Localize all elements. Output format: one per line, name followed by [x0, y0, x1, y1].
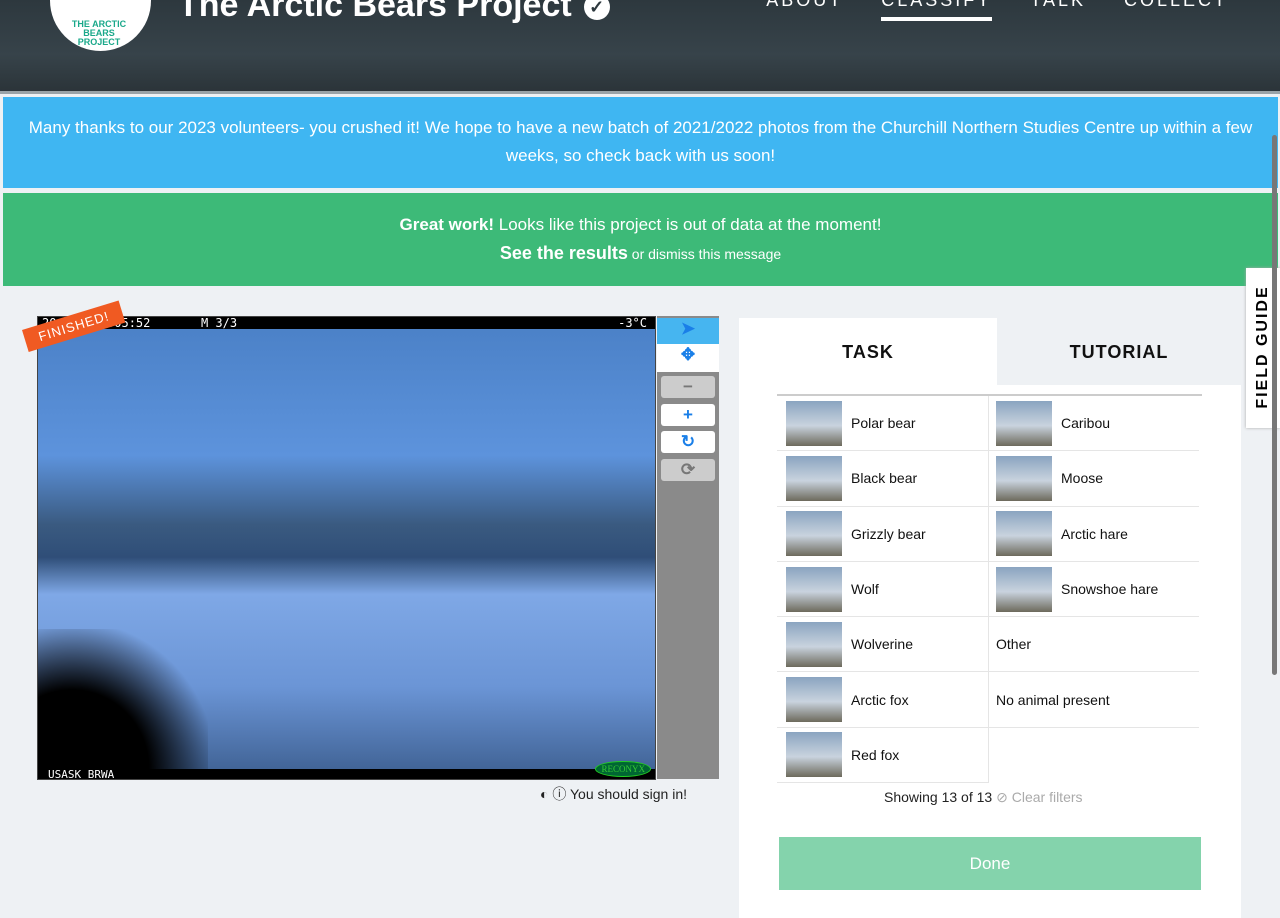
image-toolbar: ➤ ✥ − + ↻ ⟳: [657, 316, 719, 779]
signin-prompt[interactable]: You should sign in!: [570, 786, 687, 802]
choice-other[interactable]: Other: [987, 617, 1199, 673]
choice-no-animal-present[interactable]: No animal present: [987, 672, 1199, 728]
choice-wolf[interactable]: Wolf: [777, 562, 988, 618]
notice-text: Looks like this project is out of data a…: [494, 215, 882, 234]
choice-thumbnail: [996, 455, 1052, 501]
camera-overlay-top: 20 17 09:05:52 M 3/3 -3°C: [38, 317, 655, 329]
choice-black-bear[interactable]: Black bear: [777, 451, 988, 507]
camera-overlay-bottom: USASK BRWA: [38, 768, 655, 781]
field-guide-label: FIELD GUIDE: [1254, 285, 1271, 409]
task-panel: TASK TUTORIAL Polar bear Black bear Grizzl…: [739, 318, 1241, 918]
reset-icon[interactable]: ⟳: [661, 459, 715, 481]
choice-grizzly-bear[interactable]: Grizzly bear: [777, 507, 988, 562]
invert-contrast-icon[interactable]: ◐: [540, 786, 548, 802]
pan-move-icon[interactable]: ✥: [657, 344, 719, 372]
rotate-icon[interactable]: ↻: [661, 431, 715, 453]
choice-snowshoe-hare[interactable]: Snowshoe hare: [987, 562, 1199, 618]
tab-task[interactable]: TASK: [739, 318, 997, 385]
out-of-data-notice: Great work! Looks like this project is o…: [3, 193, 1278, 286]
choice-label: Black bear: [851, 470, 918, 487]
signin-row: ◐ ⓘ You should sign in!: [540, 784, 687, 804]
choice-label: No animal present: [996, 691, 1110, 708]
choice-thumbnail: [786, 677, 842, 723]
subject-image[interactable]: 20 17 09:05:52 M 3/3 -3°C USASK BRWA RECO…: [37, 316, 656, 781]
project-title-text: The Arctic Bears Project: [178, 0, 572, 24]
scrollbar[interactable]: [1272, 135, 1277, 675]
choice-arctic-hare[interactable]: Arctic hare: [987, 507, 1199, 562]
choice-label: Wolverine: [851, 636, 913, 653]
see-results-link[interactable]: See the results: [500, 243, 628, 263]
choice-thumbnail: [786, 566, 842, 612]
choice-label: Wolf: [851, 581, 879, 598]
project-logo[interactable]: THE ARCTIC BEARS PROJECT: [50, 0, 151, 51]
info-icon[interactable]: ⓘ: [552, 786, 566, 802]
choice-red-fox[interactable]: Red fox: [777, 728, 988, 784]
logo-text: THE ARCTIC BEARS PROJECT: [71, 19, 127, 47]
choice-label: Arctic fox: [851, 691, 909, 708]
or-text: or: [627, 246, 649, 262]
announcement-text: Many thanks to our 2023 volunteers- you …: [28, 118, 1253, 165]
choice-label: Red fox: [851, 746, 900, 763]
choice-thumbnail: [996, 566, 1052, 612]
clear-filters-label: Clear filters: [1011, 789, 1083, 805]
choice-arctic-fox[interactable]: Arctic fox: [777, 672, 988, 728]
choice-thumbnail: [786, 400, 842, 446]
zoom-out-icon[interactable]: −: [661, 376, 715, 398]
project-title[interactable]: The Arctic Bears Project ✓: [178, 0, 610, 25]
choice-label: Polar bear: [851, 415, 916, 432]
choice-label: Snowshoe hare: [1061, 581, 1159, 598]
choice-label: Caribou: [1061, 415, 1111, 432]
nav-talk[interactable]: TALK: [1030, 0, 1086, 21]
choice-label: Other: [996, 636, 1032, 653]
choice-label: Grizzly bear: [851, 525, 926, 542]
choice-thumbnail: [786, 732, 842, 778]
verified-check-icon: ✓: [583, 0, 610, 21]
choice-thumbnail: [996, 400, 1052, 446]
nav-collect[interactable]: COLLECT: [1124, 0, 1228, 21]
nav-classify[interactable]: CLASSIFY: [881, 0, 993, 21]
choice-caribou[interactable]: Caribou: [987, 396, 1199, 452]
notice-bold: Great work!: [399, 215, 495, 234]
showing-text: Showing 13 of 13: [884, 789, 993, 805]
choice-thumbnail: [786, 455, 842, 501]
showing-count: Showing 13 of 13 ⊘ Clear filters: [884, 789, 1083, 806]
choice-label: Moose: [1061, 470, 1104, 487]
species-choices: Polar bear Black bear Grizzly bear Wolf Wolv…: [777, 394, 1202, 784]
select-pointer-icon[interactable]: ➤: [657, 318, 719, 344]
temperature: -3°C: [618, 316, 647, 330]
done-button[interactable]: Done: [779, 837, 1201, 890]
lens-shadow: [38, 629, 208, 769]
dismiss-link[interactable]: dismiss this message: [648, 246, 781, 262]
choice-thumbnail: [996, 511, 1052, 557]
choice-thumbnail: [786, 511, 842, 557]
choice-wolverine[interactable]: Wolverine: [777, 617, 988, 673]
clear-filters-button[interactable]: ⊘ Clear filters: [996, 789, 1082, 805]
choice-thumbnail: [786, 621, 842, 667]
choice-moose[interactable]: Moose: [987, 451, 1199, 507]
camera-id: USASK BRWA: [48, 768, 115, 781]
brand-text: RECONYX: [601, 764, 645, 774]
choice-polar-bear[interactable]: Polar bear: [777, 396, 988, 452]
choice-label: Arctic hare: [1061, 525, 1128, 542]
project-nav: ABOUT CLASSIFY TALK COLLECT: [766, 0, 1228, 21]
zoom-in-icon[interactable]: +: [661, 404, 715, 426]
site-header: THE ARCTIC BEARS PROJECT The Arctic Bear…: [0, 0, 1280, 94]
announcement-banner: Many thanks to our 2023 volunteers- you …: [3, 97, 1278, 188]
nav-about[interactable]: ABOUT: [766, 0, 843, 21]
tab-tutorial[interactable]: TUTORIAL: [997, 318, 1241, 385]
reconyx-logo: RECONYX: [595, 761, 651, 777]
